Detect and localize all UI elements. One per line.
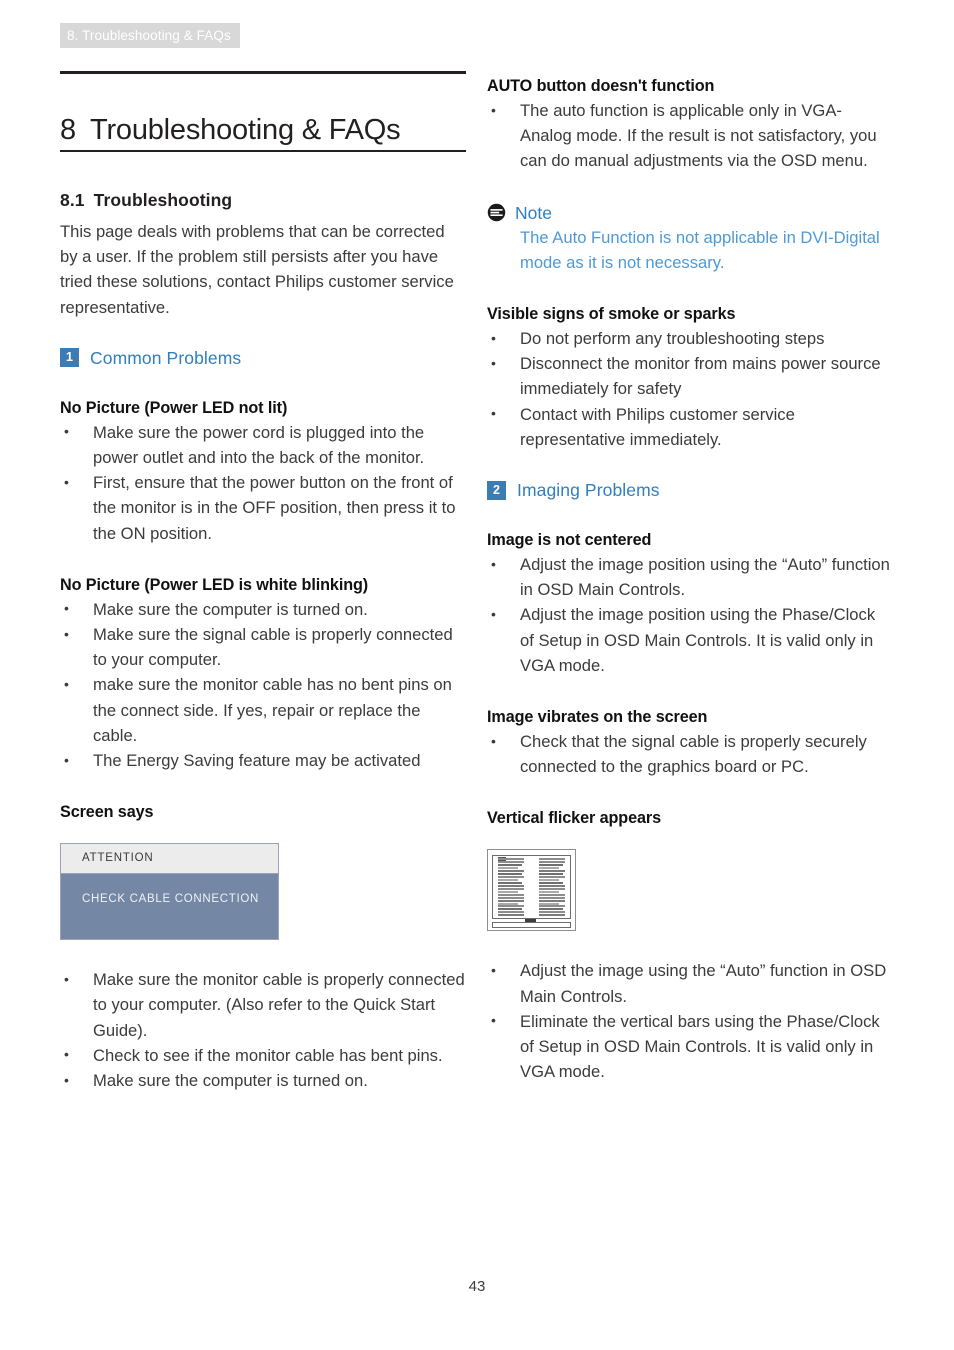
bullets-no-picture-led-not-lit: Make sure the power cord is plugged into… (60, 419, 466, 546)
section-heading: 8.1 Troubleshooting (60, 188, 232, 212)
list-item: The Energy Saving feature may be activat… (60, 748, 466, 773)
osd-message: CHECK CABLE CONNECTION (61, 874, 278, 940)
running-header-tab: 8. Troubleshooting & FAQs (60, 23, 240, 48)
bullets-smoke-or-sparks: Do not perform any troubleshooting steps… (487, 326, 893, 452)
bullets-image-not-centered: Adjust the image position using the “Aut… (487, 552, 893, 678)
list-badge-2: 2 (487, 480, 506, 500)
list-item: Adjust the image using the “Auto” functi… (487, 958, 893, 1008)
note-title: Note (515, 202, 552, 223)
heading-no-picture-led-not-lit: No Picture (Power LED not lit) (60, 398, 288, 417)
list-item: Adjust the image position using the “Aut… (487, 552, 893, 602)
list-item: Adjust the image position using the Phas… (487, 602, 893, 678)
section-title: Troubleshooting (93, 189, 233, 210)
chapter-number: 8 (60, 114, 76, 147)
intro-paragraph: This page deals with problems that can b… (60, 222, 454, 317)
chapter-rule-bottom (60, 150, 466, 152)
list-item: The auto function is applicable only in … (487, 98, 893, 174)
common-problems-heading: 1 Common Problems (60, 347, 466, 369)
list-item: Contact with Philips customer service re… (487, 401, 893, 452)
chapter-rule-top (60, 71, 466, 74)
osd-title: ATTENTION (61, 844, 278, 875)
note-body: The Auto Function is not applicable in D… (520, 227, 880, 272)
left-column: This page deals with problems that can b… (60, 219, 466, 1093)
chapter-title-text: Troubleshooting & FAQs (90, 114, 401, 147)
note-block: Note The Auto Function is not applicable… (487, 201, 893, 275)
flicker-streaks-left (498, 858, 524, 917)
note-heading: Note (487, 201, 893, 225)
section-number: 8.1 (60, 189, 85, 210)
note-icon (487, 203, 506, 222)
bullets-screen-says: Make sure the monitor cable is properly … (60, 967, 466, 1093)
list-item: First, ensure that the power button on t… (60, 470, 466, 546)
list-item: Disconnect the monitor from mains power … (487, 351, 893, 401)
heading-screen-says: Screen says (60, 803, 154, 822)
list-item: Make sure the computer is turned on. (60, 596, 466, 622)
heading-no-picture-led-blinking: No Picture (Power LED is white blinking) (60, 575, 369, 594)
list-item: Make sure the power cord is plugged into… (60, 419, 466, 470)
list-item: Eliminate the vertical bars using the Ph… (487, 1008, 893, 1085)
vertical-flicker-figure (487, 849, 576, 932)
osd-attention-figure: ATTENTION CHECK CABLE CONNECTION (60, 843, 279, 941)
bullets-vertical-flicker: Adjust the image using the “Auto” functi… (487, 958, 893, 1084)
bullets-auto-button: The auto function is applicable only in … (487, 98, 893, 174)
bullets-image-vibrates: Check that the signal cable is properly … (487, 729, 893, 779)
list-item: Make sure the signal cable is properly c… (60, 622, 466, 672)
list-item: Check that the signal cable is properly … (487, 729, 893, 779)
flicker-screen-area (492, 855, 571, 920)
list-item: make sure the monitor cable has no bent … (60, 672, 466, 748)
heading-smoke-or-sparks: Visible signs of smoke or sparks (487, 305, 736, 324)
list-item: Make sure the monitor cable is properly … (60, 967, 466, 1043)
heading-auto-button: AUTO button doesn't function (487, 77, 715, 95)
list-item: Do not perform any troubleshooting steps (487, 326, 893, 351)
heading-image-vibrates: Image vibrates on the screen (487, 708, 708, 727)
document-page: 8. Troubleshooting & FAQs 8 Troubleshooti… (0, 0, 954, 1350)
flicker-taskbar (492, 919, 571, 929)
flicker-streaks-right (539, 858, 565, 917)
page-number: 43 (468, 1278, 486, 1295)
imaging-problems-label: Imaging Problems (517, 480, 660, 501)
common-problems-label: Common Problems (90, 347, 242, 368)
chapter-title: 8 Troubleshooting & FAQs (60, 110, 401, 150)
list-badge-1: 1 (60, 348, 79, 368)
list-item: Check to see if the monitor cable has be… (60, 1042, 466, 1068)
imaging-problems-heading: 2 Imaging Problems (487, 479, 893, 501)
heading-vertical-flicker: Vertical flicker appears (487, 809, 661, 828)
bullets-no-picture-led-blinking: Make sure the computer is turned on. Mak… (60, 596, 466, 773)
right-column: AUTO button doesn't function The auto fu… (487, 74, 893, 1084)
heading-image-not-centered: Image is not centered (487, 531, 652, 550)
list-item: Make sure the computer is turned on. (60, 1068, 466, 1093)
